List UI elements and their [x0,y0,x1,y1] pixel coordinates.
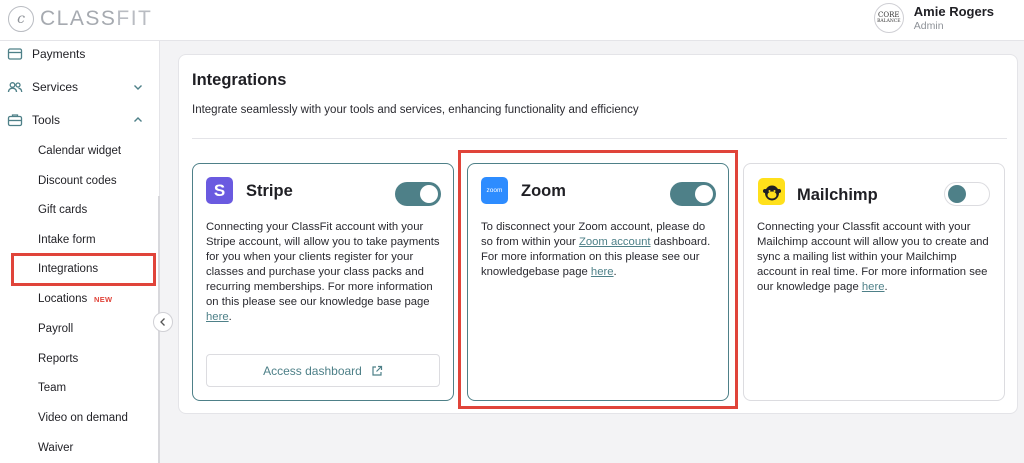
sidebar-item-label: Video on demand [38,412,128,424]
mailchimp-toggle[interactable] [944,182,990,206]
mailchimp-logo-icon [758,178,785,205]
external-link-icon [372,365,382,376]
credit-card-icon [7,48,23,60]
sidebar-item-services[interactable]: Services [0,73,160,101]
toggle-knob [948,185,966,203]
chevron-down-icon[interactable] [132,81,144,93]
new-badge: NEW [94,295,113,304]
sidebar-item-tools[interactable]: Tools [0,106,160,134]
knowledge-base-link[interactable]: here [862,281,885,293]
sidebar-item-label: Payments [32,47,86,61]
card-title: Mailchimp [797,186,878,204]
user-menu[interactable]: CORE BALANCE Amie Rogers Admin [873,3,994,33]
sidebar-item-label: Intake form [38,234,96,246]
sidebar-item-intake-form[interactable]: Intake form [0,226,158,254]
card-description: Connecting your ClassFit account with yo… [206,220,444,325]
sidebar-item-label: Discount codes [38,175,117,187]
sidebar-item-gift-cards[interactable]: Gift cards [0,196,158,224]
chevron-up-icon[interactable] [132,114,144,126]
sidebar-item-calendar-widget[interactable]: Calendar widget [0,137,158,165]
stripe-logo-letter: S [213,180,226,200]
zoom-highlight-box [458,150,738,409]
sidebar-item-label: Tools [32,113,61,127]
knowledge-base-link[interactable]: here [206,311,229,323]
page-title: Integrations [192,71,287,89]
stripe-toggle[interactable] [395,182,441,206]
mailchimp-monkey-icon [762,185,781,200]
button-label: Access dashboard [263,363,362,378]
page-subtitle: Integrate seamlessly with your tools and… [192,104,639,116]
classfit-logo[interactable]: c CLASSFIT [8,6,152,32]
integrations-highlight-box [11,253,156,286]
sidebar: Payments Services Tools Calendar widget … [0,41,160,463]
chevron-left-icon [160,318,165,326]
user-name: Amie Rogers [913,4,994,19]
sidebar-item-label: Gift cards [38,204,88,216]
sidebar-item-reports[interactable]: Reports [0,345,158,373]
divider [192,138,1007,139]
avatar-line-2: BALANCE [877,19,901,24]
sidebar-item-label: Team [38,382,67,394]
sidebar-item-payments[interactable]: Payments [0,40,160,68]
integration-card-stripe: S Stripe Connecting your ClassFit accoun… [192,163,454,401]
top-bar: c CLASSFIT CORE BALANCE Amie Rogers Admi… [0,0,1024,41]
users-icon [7,82,23,93]
sidebar-item-team[interactable]: Team [0,374,158,402]
integration-card-mailchimp: Mailchimp Connecting your Classfit accou… [743,163,1005,401]
toggle-knob [420,185,438,203]
sidebar-item-label: Services [32,80,79,94]
sidebar-item-locations[interactable]: Locations NEW [0,285,158,313]
card-description: Connecting your Classfit account with yo… [757,220,995,295]
sidebar-item-waiver[interactable]: Waiver [0,434,158,462]
user-info: Amie Rogers Admin [914,4,994,32]
user-role: Admin [913,20,944,32]
description-text: Connecting your ClassFit account with yo… [206,221,440,308]
card-title: Stripe [246,182,293,200]
sidebar-item-label: Reports [38,353,79,365]
sidebar-item-payroll[interactable]: Payroll [0,315,158,343]
description-end: . [228,311,232,323]
sidebar-item-label: Waiver [38,442,74,454]
stripe-logo-icon: S [206,177,233,204]
sidebar-item-discount-codes[interactable]: Discount codes [0,167,158,195]
briefcase-icon [7,114,23,127]
avatar-line-1: CORE [878,11,900,19]
sidebar-item-video-on-demand[interactable]: Video on demand [0,404,158,432]
access-dashboard-button[interactable]: Access dashboard [206,354,440,387]
logo-text: CLASSFIT [40,7,153,30]
avatar[interactable]: CORE BALANCE [873,3,904,33]
sidebar-item-label: Locations [38,293,88,305]
description-end: . [884,281,888,293]
sidebar-collapse-button[interactable] [153,312,173,332]
sidebar-item-label: Calendar widget [38,145,122,157]
sidebar-item-label: Payroll [38,323,74,335]
logo-mark: c [8,6,34,32]
